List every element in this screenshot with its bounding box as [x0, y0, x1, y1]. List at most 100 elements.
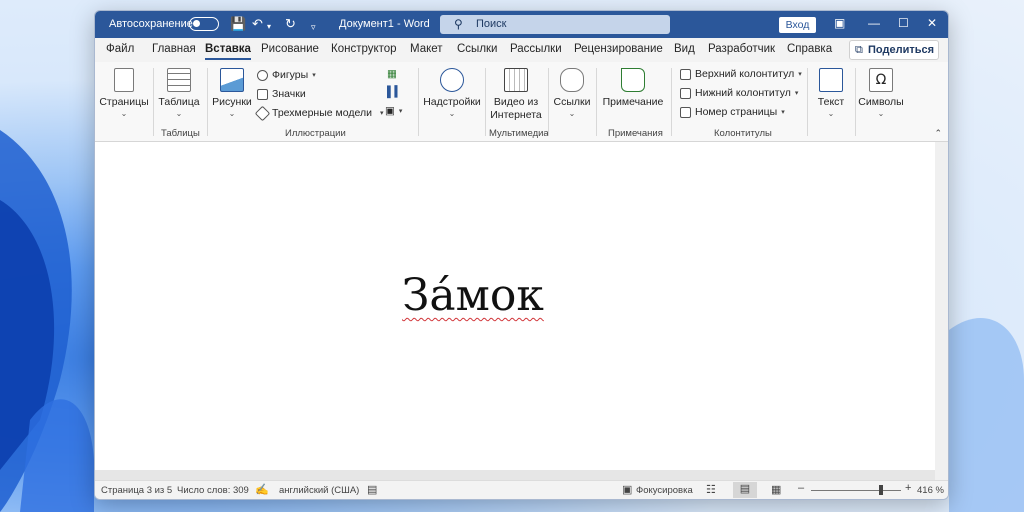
zoom-slider[interactable] — [811, 490, 901, 491]
group-separator — [548, 68, 549, 136]
online-video-button[interactable]: Видео из Интернета — [488, 68, 544, 121]
text-box-icon — [819, 68, 843, 92]
page-counter[interactable]: Страница 3 из 5 — [101, 485, 172, 496]
icons-icon — [257, 88, 268, 100]
tab-help[interactable]: Справка — [787, 43, 832, 55]
zoom-out-icon[interactable]: – — [798, 482, 804, 494]
customize-qat-icon[interactable]: ▿ — [311, 19, 316, 35]
save-icon[interactable]: 💾 — [230, 16, 246, 32]
table-button[interactable]: Таблица ⌄ — [157, 68, 201, 118]
group-separator — [596, 68, 597, 136]
addins-button[interactable]: Надстройки ⌄ — [422, 68, 482, 118]
tab-developer[interactable]: Разработчик — [708, 43, 775, 55]
document-title: Документ1 - Word — [339, 18, 430, 30]
search-icon: ⚲ — [454, 17, 463, 31]
cube-icon — [254, 105, 271, 121]
collapse-ribbon-icon[interactable]: ⌃ — [934, 128, 942, 139]
zoom-in-icon[interactable]: + — [905, 482, 911, 494]
tab-view[interactable]: Вид — [674, 43, 695, 55]
omega-icon: Ω — [869, 68, 893, 92]
ribbon: Страницы ⌄ Таблица ⌄ Таблицы Рисунки ⌄ Ф… — [95, 62, 948, 142]
headerfooter-group-label: Колонтитулы — [714, 128, 772, 139]
zoom-slider-thumb[interactable] — [879, 485, 884, 495]
redo-icon[interactable]: ↻ — [285, 16, 296, 32]
chart-icon[interactable]: ▌▍ — [387, 86, 403, 98]
tab-review[interactable]: Рецензирование — [574, 43, 663, 55]
tab-layout[interactable]: Макет — [410, 43, 443, 55]
pages-label: Страницы — [99, 96, 149, 108]
ribbon-display-icon[interactable]: ▣ — [834, 16, 845, 30]
login-button[interactable]: Вход — [779, 17, 816, 33]
accessibility-icon[interactable]: ▤ — [367, 483, 377, 496]
chevron-down-icon: ▾ — [379, 110, 384, 117]
illustrations-group-label: Иллюстрации — [285, 128, 346, 139]
word-count[interactable]: Число слов: 309 — [177, 485, 249, 496]
focus-mode-label[interactable]: Фокусировка — [636, 485, 693, 496]
video-label-line2: Интернета — [490, 109, 542, 121]
icons-button[interactable]: Значки — [257, 88, 306, 100]
table-label: Таблица — [158, 96, 200, 108]
proofing-icon[interactable]: ✍ — [255, 483, 269, 496]
pictures-button[interactable]: Рисунки ⌄ — [211, 68, 253, 118]
tab-design[interactable]: Конструктор — [331, 43, 397, 55]
vertical-scrollbar[interactable] — [935, 142, 948, 482]
links-button[interactable]: Ссылки ⌄ — [552, 68, 592, 118]
picture-icon — [220, 68, 244, 92]
tab-mailings[interactable]: Рассылки — [510, 43, 562, 55]
pages-button[interactable]: Страницы ⌄ — [99, 68, 149, 118]
read-mode-icon[interactable]: ☷ — [706, 483, 716, 496]
chevron-down-icon: ⌄ — [568, 109, 576, 118]
tab-home[interactable]: Главная — [152, 43, 196, 55]
share-label: Поделиться — [868, 44, 935, 56]
chevron-down-icon: ⌄ — [877, 109, 885, 118]
3d-models-button[interactable]: Трехмерные модели ▾ — [254, 105, 384, 121]
status-bar: Страница 3 из 5 Число слов: 309 ✍ англий… — [95, 480, 948, 499]
language-indicator[interactable]: английский (США) — [279, 485, 359, 496]
close-icon[interactable]: ✕ — [927, 16, 937, 30]
web-layout-icon[interactable]: ▦ — [771, 483, 781, 496]
tab-draw[interactable]: Рисование — [261, 43, 319, 55]
shapes-button[interactable]: Фигуры ▾ — [257, 69, 316, 81]
addins-icon — [440, 68, 464, 92]
footer-button[interactable]: Нижний колонтитул ▾ — [680, 87, 798, 99]
3d-models-label: Трехмерные модели — [272, 107, 372, 119]
group-separator — [807, 68, 808, 136]
tab-insert[interactable]: Вставка — [205, 43, 251, 60]
document-page[interactable]: За́мок — [95, 142, 935, 470]
symbols-button[interactable]: Ω Символы ⌄ — [858, 68, 904, 118]
screenshot-icon[interactable]: ▣ ▾ — [385, 105, 402, 117]
header-button[interactable]: Верхний колонтитул ▾ — [680, 68, 802, 80]
ribbon-tabs: Файл Главная Вставка Рисование Конструкт… — [95, 38, 948, 62]
maximize-icon[interactable]: ☐ — [898, 16, 909, 30]
text-button[interactable]: Текст ⌄ — [811, 68, 851, 118]
autosave-toggle[interactable] — [189, 17, 219, 31]
chevron-down-icon: ⌄ — [228, 109, 236, 118]
comment-button[interactable]: Примечание — [600, 68, 666, 108]
page-number-button[interactable]: Номер страницы ▾ — [680, 106, 785, 118]
links-label: Ссылки — [553, 96, 591, 108]
tab-references[interactable]: Ссылки — [457, 43, 498, 55]
print-layout-icon[interactable]: ▤ — [733, 482, 757, 498]
media-group-label: Мультимедиа — [489, 128, 549, 139]
chevron-down-icon: ▾ — [794, 90, 799, 97]
shapes-label: Фигуры — [272, 69, 309, 81]
page-number-icon — [680, 106, 691, 118]
undo-icon[interactable]: ↶ — [252, 16, 263, 32]
document-text[interactable]: За́мок — [402, 270, 544, 321]
tab-file[interactable]: Файл — [106, 43, 134, 55]
search-input[interactable]: ⚲ Поиск — [440, 15, 670, 34]
undo-dropdown-icon[interactable]: ▾ — [267, 19, 271, 35]
minimize-icon[interactable]: — — [868, 16, 880, 30]
smartart-icon[interactable]: ▦ — [387, 68, 397, 80]
pages-icon — [114, 68, 134, 92]
chevron-down-icon: ⌄ — [448, 109, 456, 118]
comment-icon — [621, 68, 645, 92]
share-button[interactable]: ⧉ Поделиться — [849, 40, 939, 60]
focus-icon[interactable]: ▣ — [622, 483, 632, 496]
title-bar: Автосохранение 💾 ↶ ▾ ↻ ▿ Документ1 - Wor… — [95, 11, 948, 38]
comment-label: Примечание — [602, 96, 664, 108]
chevron-down-icon: ▾ — [781, 109, 785, 116]
header-icon — [680, 68, 691, 80]
symbols-label: Символы — [858, 96, 904, 108]
zoom-level[interactable]: 416 % — [917, 485, 944, 496]
